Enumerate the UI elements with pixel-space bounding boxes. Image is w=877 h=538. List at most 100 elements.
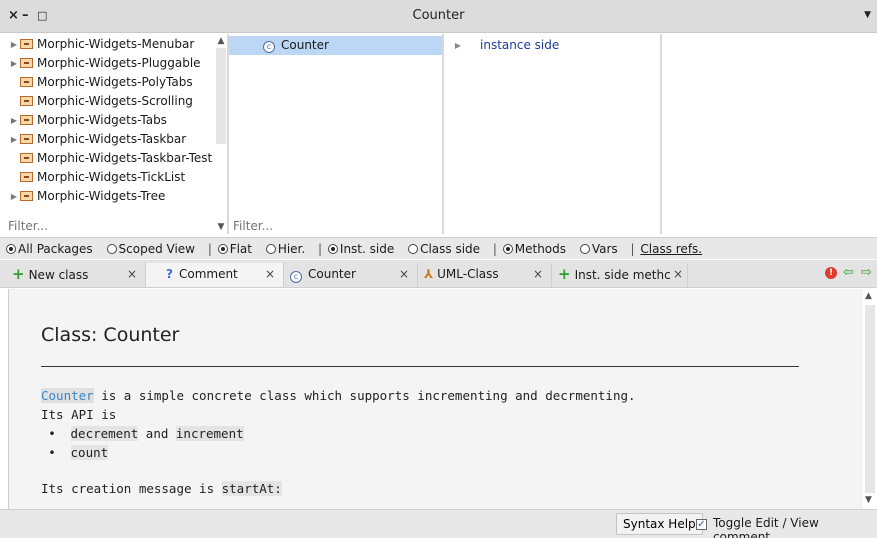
package-item[interactable]: ▶Morphic-Widgets-Taskbar-Tests (8, 149, 213, 168)
package-item[interactable]: ▶ Morphic-Widgets-Pluggable (8, 54, 213, 73)
tab-new-class[interactable]: + New class × (6, 263, 146, 287)
tab-close-icon[interactable]: × (399, 263, 409, 285)
package-item-label: Morphic-Widgets-Tree (37, 189, 166, 203)
class-list-pane[interactable]: c Counter (229, 34, 442, 234)
class-refs-link[interactable]: Class refs. (640, 242, 702, 256)
package-item[interactable]: ▶Morphic-Widgets-TickList (8, 168, 213, 187)
methods-radio[interactable]: Methods (502, 242, 568, 256)
radio-selected-icon (217, 244, 228, 254)
method-list-pane[interactable] (662, 34, 877, 234)
hier-radio[interactable]: Hier. (265, 242, 307, 256)
expand-triangle-icon[interactable]: ▶ (8, 130, 20, 149)
protocol-item-instance-side[interactable]: ▶ instance side (452, 36, 559, 55)
bullet-icon: • (48, 426, 56, 441)
radio-selected-icon (6, 244, 16, 254)
window-title: Counter (412, 8, 465, 23)
package-icon (20, 96, 33, 106)
code-span: decrement (70, 426, 139, 441)
title-bar: × – □ Counter ▼ (0, 0, 877, 33)
package-icon (20, 115, 33, 125)
tab-label: Inst. side methc (574, 268, 671, 282)
tab-counter[interactable]: c Counter × (284, 263, 418, 287)
scroll-up-icon[interactable]: ▲ (216, 36, 226, 46)
all-packages-radio[interactable]: All Packages (6, 242, 95, 256)
package-scrollbar[interactable]: ▲ ▼ (215, 34, 227, 232)
tab-comment[interactable]: ? Comment × (146, 263, 284, 287)
code-span: startAt: (221, 481, 282, 496)
list-item: • count (41, 445, 109, 460)
package-icon (20, 153, 33, 163)
tab-uml-class[interactable]: ⅄ UML-Class × (418, 263, 552, 287)
tab-label: New class (28, 268, 89, 282)
package-filter-input[interactable] (8, 218, 188, 234)
package-icon (20, 39, 33, 49)
class-comment-view[interactable]: Class: Counter Counter is a simple concr… (8, 289, 863, 509)
bullet-icon: • (48, 445, 56, 460)
separator: | (492, 242, 497, 256)
tab-close-icon[interactable]: × (673, 263, 683, 285)
vars-radio[interactable]: Vars (579, 242, 620, 256)
plus-icon: + (558, 265, 571, 283)
radio-icon (579, 244, 590, 254)
scoped-view-radio[interactable]: Scoped View (106, 242, 197, 256)
package-item[interactable]: ▶Morphic-Widgets-Scrolling (8, 92, 213, 111)
forward-arrow-icon[interactable]: ⇨ (861, 265, 872, 280)
tab-label: Comment (178, 267, 238, 281)
plus-icon: + (12, 265, 25, 283)
scroll-down-icon[interactable]: ▼ (216, 222, 226, 232)
package-item-label: Morphic-Widgets-TickList (37, 170, 186, 184)
class-icon: c (263, 41, 275, 53)
expand-triangle-icon[interactable]: ▶ (8, 111, 20, 130)
radio-selected-icon (327, 244, 338, 254)
package-icon (20, 172, 33, 182)
heading-rule (41, 366, 799, 367)
tab-close-icon[interactable]: × (533, 263, 543, 285)
expand-triangle-icon[interactable]: ▶ (8, 35, 20, 54)
radio-icon (265, 244, 276, 254)
toggle-edit-checkbox[interactable]: ✓ (696, 519, 707, 530)
scroll-thumb[interactable] (216, 48, 226, 144)
tab-close-icon[interactable]: × (127, 263, 137, 285)
separator: | (630, 242, 635, 256)
scroll-down-icon[interactable]: ▼ (865, 495, 872, 505)
protocol-item-label: instance side (480, 38, 560, 52)
comment-scrollbar[interactable]: ▲ ▼ (863, 289, 877, 509)
class-item-label: Counter (281, 38, 329, 52)
syntax-help-button[interactable]: Syntax Help (616, 513, 703, 535)
package-icon (20, 134, 33, 144)
scroll-thumb[interactable] (865, 305, 875, 493)
protocol-list-pane[interactable]: ▶ instance side (444, 34, 660, 234)
package-item-label: Morphic-Widgets-Tabs (37, 113, 167, 127)
expand-triangle-icon[interactable]: ▶ (452, 36, 464, 55)
code-span: count (70, 445, 109, 460)
toggle-edit-label[interactable]: Toggle Edit / View comment (713, 516, 877, 538)
flat-radio[interactable]: Flat (217, 242, 254, 256)
package-item[interactable]: ▶ Morphic-Widgets-Tree (8, 187, 213, 206)
class-side-radio[interactable]: Class side (408, 242, 482, 256)
package-item[interactable]: ▶ Morphic-Widgets-Tabs (8, 111, 213, 130)
warning-icon[interactable]: ! (825, 267, 837, 279)
class-item-counter[interactable]: c Counter (229, 36, 442, 55)
comment-line: Its creation message is startAt: (41, 481, 282, 496)
comment-line: Its API is (41, 407, 117, 422)
window-menu-icon[interactable]: ▼ (864, 10, 871, 20)
package-item-label: Morphic-Widgets-Taskbar-Tests (37, 151, 213, 165)
expand-triangle-icon[interactable]: ▶ (8, 54, 20, 73)
uml-icon: ⅄ (424, 267, 434, 281)
package-item[interactable]: ▶ Morphic-Widgets-Taskbar (8, 130, 213, 149)
package-item-label: Morphic-Widgets-Taskbar (37, 132, 187, 146)
class-reference-link[interactable]: Counter (41, 388, 94, 403)
tab-inst-side-methods[interactable]: + Inst. side methc × (552, 263, 688, 287)
expand-triangle-icon[interactable]: ▶ (8, 187, 20, 206)
inst-side-radio[interactable]: Inst. side (327, 242, 396, 256)
back-arrow-icon[interactable]: ⇦ (843, 265, 854, 280)
tab-close-icon[interactable]: × (265, 263, 275, 285)
package-icon (20, 77, 33, 87)
scroll-up-icon[interactable]: ▲ (865, 291, 872, 301)
package-item[interactable]: ▶Morphic-Widgets-PolyTabs (8, 73, 213, 92)
package-item-label: Morphic-Widgets-Menubar (37, 37, 195, 51)
package-item[interactable]: ▶ Morphic-Widgets-Menubar (8, 35, 213, 54)
package-list-pane[interactable]: ▶ Morphic-Widgets-Menubar ▶ Morphic-Widgets… (8, 34, 227, 234)
class-filter-input[interactable] (233, 218, 413, 234)
radio-icon (106, 244, 117, 254)
